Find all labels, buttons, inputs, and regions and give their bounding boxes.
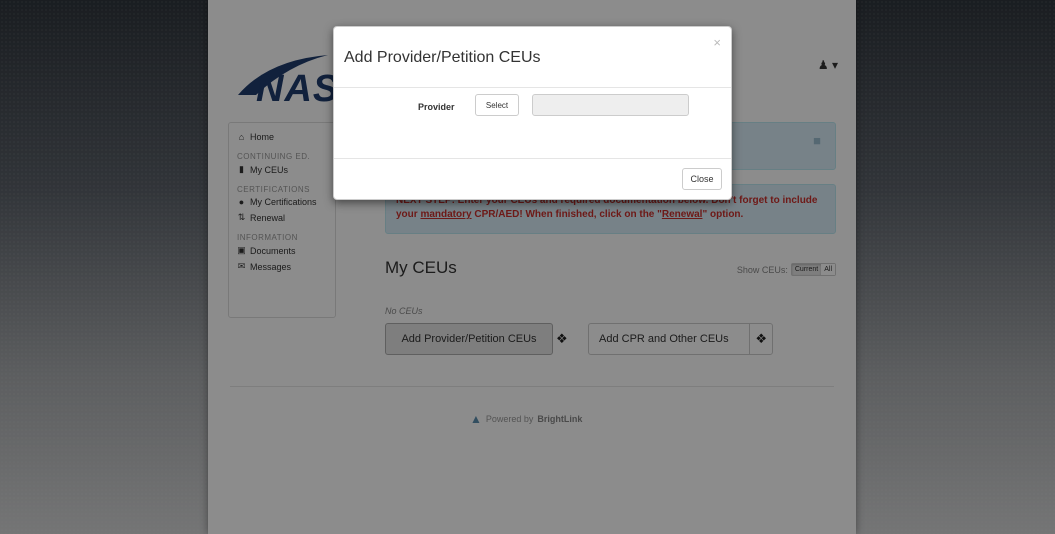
provider-field[interactable]	[532, 94, 689, 116]
modal-header-divider	[334, 87, 731, 88]
close-icon[interactable]: ×	[713, 35, 721, 50]
close-button[interactable]: Close	[682, 168, 722, 190]
modal-footer-divider	[334, 158, 731, 159]
modal-title: Add Provider/Petition CEUs	[344, 49, 541, 66]
select-provider-button[interactable]: Select	[475, 94, 519, 116]
add-provider-modal: Add Provider/Petition CEUs × Provider Se…	[333, 26, 732, 200]
provider-label: Provider	[418, 102, 455, 112]
